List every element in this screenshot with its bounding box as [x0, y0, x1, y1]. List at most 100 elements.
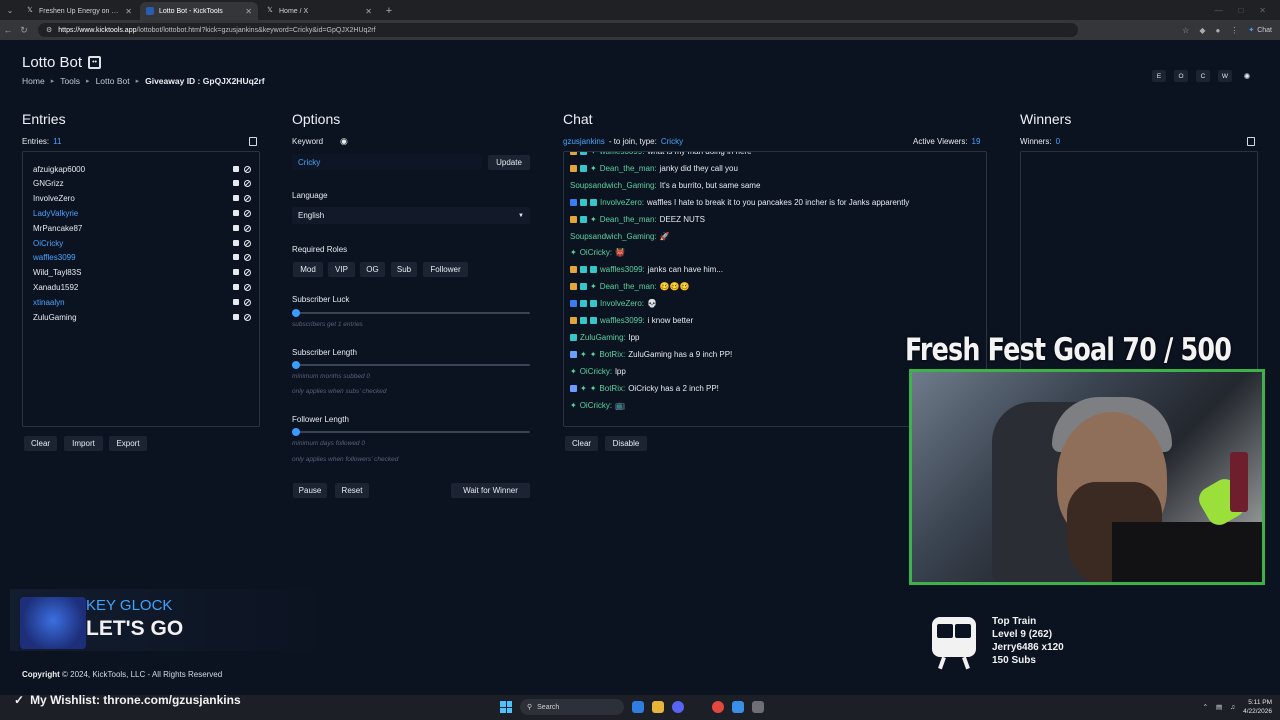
role-sub-toggle[interactable]: Sub	[391, 262, 417, 277]
tray-chevron-icon[interactable]: ⌃	[1203, 703, 1208, 711]
update-button[interactable]: Update	[488, 155, 530, 170]
remove-entry-icon[interactable]	[233, 165, 239, 172]
ban-icon[interactable]	[244, 209, 251, 217]
address-bar[interactable]: ⚙ https://www.kicktools.app/lottobot/lot…	[38, 23, 1078, 37]
chat-username[interactable]: Soupsandwich_Gaming:	[570, 232, 657, 241]
chat-username[interactable]: OiCricky:	[580, 248, 612, 257]
breadcrumb-lotto-bot[interactable]: Lotto Bot	[96, 76, 130, 86]
taskbar-search[interactable]: ⚲ Search	[520, 699, 624, 715]
eye-icon[interactable]: ◉	[340, 136, 348, 147]
remove-entry-icon[interactable]	[233, 283, 239, 290]
remove-entry-icon[interactable]	[233, 209, 239, 216]
chrome-icon[interactable]	[712, 701, 724, 713]
close-window-icon[interactable]: ✕	[1259, 6, 1266, 15]
remove-entry-icon[interactable]	[233, 195, 239, 202]
sub-length-thumb[interactable]	[292, 361, 300, 369]
chat-button[interactable]: ✦ Chat	[1248, 26, 1272, 35]
minimize-icon[interactable]: —	[1214, 6, 1222, 15]
chat-username[interactable]: OiCricky:	[580, 367, 612, 376]
browser-tab-1[interactable]: 𝕏 Freshen Up Energy on X: "⚠ THIS ✕	[20, 2, 138, 20]
tab-list-chevron-icon[interactable]: ⌄	[0, 0, 20, 20]
chat-username[interactable]: waffles3099:	[600, 152, 645, 156]
windows-start-icon[interactable]	[500, 701, 512, 713]
sub-luck-slider[interactable]	[292, 312, 530, 314]
remove-entry-icon[interactable]	[233, 313, 239, 320]
remove-entry-icon[interactable]	[233, 180, 239, 187]
chat-username[interactable]: BotRix:	[599, 350, 625, 359]
copy-icon[interactable]	[1247, 137, 1255, 146]
entries-import-button[interactable]: Import	[64, 436, 103, 451]
theme-button-e[interactable]: E	[1152, 70, 1166, 82]
chat-username[interactable]: OiCricky:	[580, 401, 612, 410]
new-tab-plus-icon[interactable]: +	[380, 2, 398, 20]
chat-username[interactable]: BotRix:	[599, 384, 625, 393]
chat-username[interactable]: Dean_the_man:	[600, 164, 657, 173]
remove-entry-icon[interactable]	[233, 298, 239, 305]
copy-icon[interactable]	[249, 137, 257, 146]
ban-icon[interactable]	[244, 224, 251, 232]
network-icon[interactable]: ▤	[1216, 703, 1222, 711]
theme-button-c[interactable]: C	[1196, 70, 1210, 82]
chat-clear-button[interactable]: Clear	[565, 436, 598, 451]
role-follower-toggle[interactable]: Follower	[423, 262, 468, 277]
chat-username[interactable]: Dean_the_man:	[600, 282, 657, 291]
edge-browser-icon[interactable]	[632, 701, 644, 713]
role-og-toggle[interactable]: OG	[360, 262, 385, 277]
sub-length-slider[interactable]	[292, 364, 530, 366]
theme-button-w[interactable]: W	[1218, 70, 1232, 82]
breadcrumb-tools[interactable]: Tools	[60, 76, 80, 86]
chat-username[interactable]: waffles3099:	[600, 316, 645, 325]
maximize-icon[interactable]: □	[1238, 6, 1243, 15]
extension-puzzle-icon[interactable]: ◆	[1199, 26, 1205, 35]
role-vip-toggle[interactable]: VIP	[328, 262, 355, 277]
ban-icon[interactable]	[244, 180, 251, 188]
keyword-input[interactable]: Cricky	[292, 154, 482, 170]
remove-entry-icon[interactable]	[233, 239, 239, 246]
sun-icon[interactable]: ✺	[1240, 70, 1254, 82]
chat-username[interactable]: InvolveZero:	[600, 198, 644, 207]
steam-icon[interactable]	[732, 701, 744, 713]
close-icon[interactable]: ✕	[245, 7, 252, 16]
discord-icon[interactable]	[672, 701, 684, 713]
chat-username[interactable]: waffles3099:	[600, 265, 645, 274]
chat-disable-button[interactable]: Disable	[605, 436, 647, 451]
close-icon[interactable]: ✕	[125, 7, 132, 16]
stream-app-icon[interactable]	[752, 701, 764, 713]
chat-username[interactable]: ZuluGaming:	[580, 333, 626, 342]
ban-icon[interactable]	[244, 254, 251, 262]
remove-entry-icon[interactable]	[233, 254, 239, 261]
ban-icon[interactable]	[244, 283, 251, 291]
wait-for-winner-button[interactable]: Wait for Winner	[451, 483, 530, 498]
chat-username[interactable]: Dean_the_man:	[600, 215, 657, 224]
chat-username[interactable]: InvolveZero:	[600, 299, 644, 308]
site-info-icon[interactable]: ⚙	[46, 26, 52, 34]
reload-icon[interactable]: ↻	[16, 25, 32, 36]
ban-icon[interactable]	[244, 239, 251, 247]
ban-icon[interactable]	[244, 165, 251, 173]
file-explorer-icon[interactable]	[652, 701, 664, 713]
reset-button[interactable]: Reset	[335, 483, 369, 498]
bookmark-star-icon[interactable]: ☆	[1182, 26, 1189, 35]
sub-luck-thumb[interactable]	[292, 309, 300, 317]
close-icon[interactable]: ✕	[365, 7, 372, 16]
system-clock[interactable]: 5:11 PM 4/22/2026	[1243, 698, 1272, 716]
pause-button[interactable]: Pause	[293, 483, 327, 498]
follow-length-thumb[interactable]	[292, 428, 300, 436]
chat-username[interactable]: Soupsandwich_Gaming:	[570, 181, 657, 190]
entries-clear-button[interactable]: Clear	[24, 436, 57, 451]
ban-icon[interactable]	[244, 298, 251, 306]
entries-export-button[interactable]: Export	[109, 436, 147, 451]
follow-length-slider[interactable]	[292, 431, 530, 433]
ban-icon[interactable]	[244, 195, 251, 203]
browser-tab-3[interactable]: 𝕏 Home / X ✕	[260, 2, 378, 20]
menu-dots-icon[interactable]: ⋮	[1230, 26, 1238, 35]
profile-avatar-icon[interactable]: ●	[1215, 26, 1220, 35]
theme-button-o[interactable]: O	[1174, 70, 1188, 82]
ban-icon[interactable]	[244, 313, 251, 321]
remove-entry-icon[interactable]	[233, 224, 239, 231]
remove-entry-icon[interactable]	[233, 269, 239, 276]
language-select[interactable]: English ▼	[292, 207, 530, 224]
back-arrow-icon[interactable]: ←	[0, 25, 16, 35]
breadcrumb-home[interactable]: Home	[22, 76, 45, 86]
ban-icon[interactable]	[244, 269, 251, 277]
